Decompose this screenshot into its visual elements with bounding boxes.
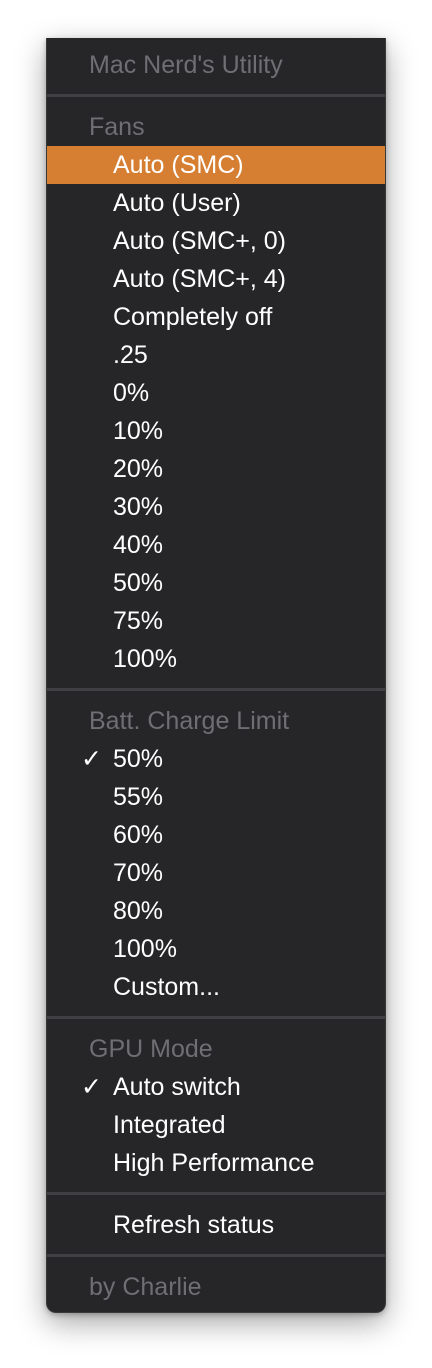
menu-item-fan-auto-smc-plus-4[interactable]: Auto (SMC+, 4): [47, 260, 385, 298]
menu-item-fan-completely-off[interactable]: Completely off: [47, 298, 385, 336]
checkmark-icon: ✓: [81, 744, 102, 773]
gpu-section-header: GPU Mode: [89, 1035, 213, 1063]
menu-separator: [47, 688, 385, 691]
menu-item-batt-custom[interactable]: Custom...: [47, 968, 385, 1006]
menu-item-fan-75[interactable]: 75%: [47, 602, 385, 640]
footer-credit: by Charlie: [89, 1273, 202, 1301]
refresh-status-item[interactable]: Refresh status: [47, 1206, 385, 1244]
menu-item-fan-30[interactable]: 30%: [47, 488, 385, 526]
menu-item-fan-40[interactable]: 40%: [47, 526, 385, 564]
menu-item-batt-50[interactable]: ✓ 50%: [47, 740, 385, 778]
menu-item-fan-50[interactable]: 50%: [47, 564, 385, 602]
app-title: Mac Nerd's Utility: [89, 51, 283, 79]
checkmark-icon: ✓: [81, 1072, 102, 1101]
menu-item-fan-0[interactable]: 0%: [47, 374, 385, 412]
status-bar-menu: Mac Nerd's Utility Fans Auto (SMC) Auto …: [46, 38, 386, 1313]
menu-separator: [47, 1192, 385, 1195]
menu-item-batt-100[interactable]: 100%: [47, 930, 385, 968]
menu-item-fan-100[interactable]: 100%: [47, 640, 385, 678]
menu-item-fan-20[interactable]: 20%: [47, 450, 385, 488]
menu-item-gpu-auto-switch[interactable]: ✓ Auto switch: [47, 1068, 385, 1106]
fans-section-header: Fans: [89, 113, 145, 141]
menu-item-batt-60[interactable]: 60%: [47, 816, 385, 854]
menu-item-batt-55[interactable]: 55%: [47, 778, 385, 816]
menu-item-fan-025[interactable]: .25: [47, 336, 385, 374]
battery-section-header: Batt. Charge Limit: [89, 707, 290, 735]
menu-item-fan-auto-user[interactable]: Auto (User): [47, 184, 385, 222]
menu-item-fan-auto-smc[interactable]: Auto (SMC): [47, 146, 385, 184]
menu-item-gpu-high-performance[interactable]: High Performance: [47, 1144, 385, 1182]
menu-item-fan-10[interactable]: 10%: [47, 412, 385, 450]
menu-item-batt-80[interactable]: 80%: [47, 892, 385, 930]
menu-item-batt-70[interactable]: 70%: [47, 854, 385, 892]
menu-separator: [47, 1254, 385, 1257]
menu-separator: [47, 94, 385, 97]
menu-item-gpu-integrated[interactable]: Integrated: [47, 1106, 385, 1144]
menu-separator: [47, 1016, 385, 1019]
menu-item-fan-auto-smc-plus-0[interactable]: Auto (SMC+, 0): [47, 222, 385, 260]
